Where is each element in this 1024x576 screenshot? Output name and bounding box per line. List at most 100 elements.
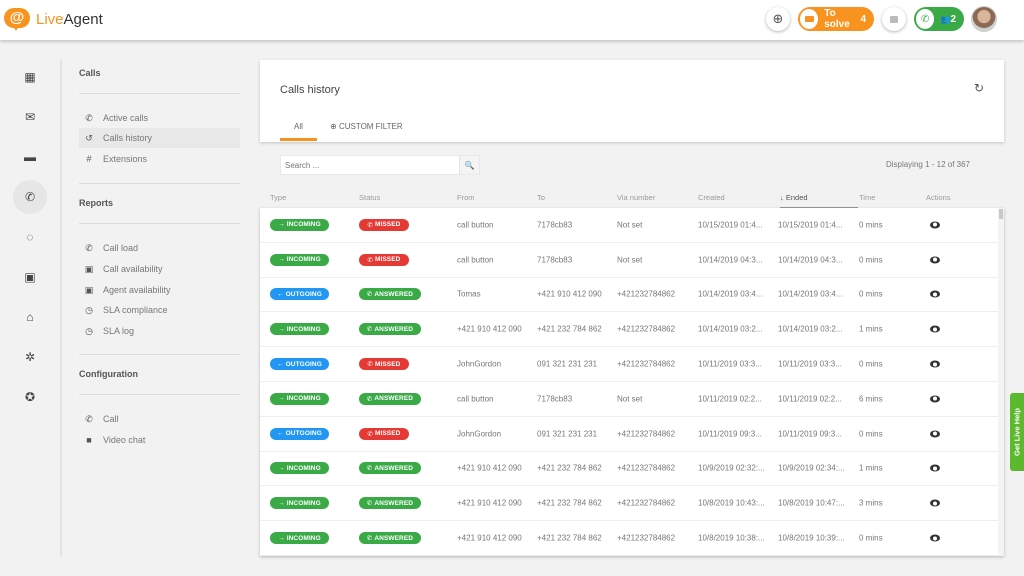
column-via-number[interactable]: Via number bbox=[617, 193, 655, 202]
column-from[interactable]: From bbox=[457, 193, 475, 202]
arrow-right-icon: → bbox=[278, 499, 287, 507]
to-cell: 091 321 231 231 bbox=[537, 359, 598, 369]
nav-extensions[interactable]: # Extensions bbox=[79, 149, 240, 169]
scrollbar-thumb[interactable] bbox=[999, 209, 1003, 219]
column-created[interactable]: Created bbox=[698, 193, 725, 202]
created-cell: 10/11/2019 09:3... bbox=[698, 429, 762, 439]
nav-calls-history[interactable]: ↺ Calls history bbox=[79, 128, 240, 148]
calendar-check-icon: ▣ bbox=[84, 284, 94, 295]
table-row[interactable]: ← OUTGOING ✆ MISSED JohnGordon 091 321 231 … bbox=[260, 347, 998, 382]
phone-icon: ✆ bbox=[916, 9, 935, 29]
rail-reports[interactable]: ◌ bbox=[13, 220, 47, 254]
rail-dashboard[interactable]: ▦ bbox=[13, 60, 47, 94]
column-ended[interactable]: ↓ Ended bbox=[780, 193, 808, 202]
tab-custom-filter[interactable]: ⊕ CUSTOM FILTER bbox=[330, 122, 403, 131]
rail-plugins[interactable]: ✪ bbox=[13, 380, 47, 414]
view-eye-icon[interactable] bbox=[930, 430, 940, 438]
nav-call-availability[interactable]: ▣ Call availability bbox=[79, 259, 240, 279]
user-avatar[interactable] bbox=[972, 7, 996, 31]
status-badge: ✆ ANSWERED bbox=[359, 462, 421, 475]
time-cell: 0 mins bbox=[859, 429, 883, 439]
top-bar: @ LiveAgent ⊕ To solve 4 ✆ 👥 2 bbox=[0, 0, 1024, 40]
type-badge: → INCOMING bbox=[270, 392, 329, 405]
table-row[interactable]: → INCOMING ✆ ANSWERED +421 910 412 090 +421… bbox=[260, 312, 998, 348]
column-type[interactable]: Type bbox=[270, 193, 286, 202]
refresh-button[interactable]: ↻ bbox=[974, 81, 984, 95]
type-badge: → INCOMING bbox=[270, 218, 329, 231]
time-cell: 0 mins bbox=[859, 289, 883, 299]
table-row[interactable]: → INCOMING ✆ ANSWERED +421 910 412 090 +421… bbox=[260, 521, 998, 556]
chat-button[interactable] bbox=[882, 7, 906, 31]
from-cell: call button bbox=[457, 394, 494, 404]
ended-cell: 10/14/2019 03:2... bbox=[778, 324, 843, 334]
view-eye-icon[interactable] bbox=[930, 290, 940, 298]
view-eye-icon[interactable] bbox=[930, 360, 940, 368]
search-input[interactable] bbox=[281, 156, 459, 174]
gear-icon: ✲ bbox=[24, 350, 36, 364]
column-to[interactable]: To bbox=[537, 193, 545, 202]
to-solve-button[interactable]: To solve 4 bbox=[798, 7, 874, 31]
phone-icon: ✆ bbox=[366, 395, 375, 403]
liveagent-logo[interactable]: @ LiveAgent bbox=[4, 8, 103, 31]
ended-cell: 10/8/2019 10:47:... bbox=[778, 498, 845, 508]
rail-tickets[interactable]: ✉ bbox=[13, 100, 47, 134]
via-number-cell: +421232784862 bbox=[617, 429, 676, 439]
search-button[interactable]: 🔍 bbox=[459, 156, 479, 174]
phone-icon: ✆ bbox=[366, 500, 375, 508]
nav-call-config[interactable]: ✆ Call bbox=[79, 409, 240, 429]
nav-sla-log[interactable]: ◷ SLA log bbox=[79, 321, 240, 341]
from-cell: Tomas bbox=[457, 289, 481, 299]
view-eye-icon[interactable] bbox=[930, 534, 940, 542]
search-box: 🔍 bbox=[280, 155, 480, 175]
view-eye-icon[interactable] bbox=[930, 256, 940, 264]
rail-knowledgebase[interactable]: ⌂ bbox=[13, 300, 47, 334]
table-row[interactable]: → INCOMING ✆ MISSED call button 7178cb83 Not… bbox=[260, 243, 998, 278]
video-icon: ■ bbox=[86, 435, 92, 445]
rail-calls[interactable]: ✆ bbox=[13, 180, 47, 214]
table-row[interactable]: ← OUTGOING ✆ MISSED JohnGordon 091 321 231 … bbox=[260, 417, 998, 452]
table-row[interactable]: → INCOMING ✆ MISSED call button 7178cb83 Not… bbox=[260, 208, 998, 243]
calls-status-button[interactable]: ✆ 👥 2 bbox=[914, 7, 964, 31]
active-tab-indicator bbox=[280, 138, 317, 141]
view-eye-icon[interactable] bbox=[930, 221, 940, 229]
table-row[interactable]: → INCOMING ✆ ANSWERED +421 910 412 090 +421… bbox=[260, 486, 998, 522]
phone-icon: ✆ bbox=[85, 112, 93, 123]
nav-active-calls[interactable]: ✆ Active calls bbox=[79, 108, 240, 128]
table-header: Type Status From To Via number Created ↓… bbox=[260, 190, 1000, 209]
table-row[interactable]: → INCOMING ✆ ANSWERED call button 7178cb83 N… bbox=[260, 382, 998, 417]
calendar-check-icon: ▣ bbox=[84, 263, 94, 274]
phone-icon: ✆ bbox=[366, 535, 375, 543]
to-cell: 7178cb83 bbox=[537, 394, 573, 404]
nav-call-load[interactable]: ✆ Call load bbox=[79, 238, 240, 258]
rail-configuration[interactable]: ✲ bbox=[13, 340, 47, 374]
phone-icon: ✆ bbox=[366, 326, 375, 334]
rail-chats[interactable]: ▬ bbox=[13, 140, 47, 174]
column-status[interactable]: Status bbox=[359, 193, 380, 202]
view-eye-icon[interactable] bbox=[930, 395, 940, 403]
column-time[interactable]: Time bbox=[859, 193, 875, 202]
view-eye-icon[interactable] bbox=[930, 325, 940, 333]
view-eye-icon[interactable] bbox=[930, 464, 940, 472]
add-button[interactable]: ⊕ bbox=[766, 7, 790, 31]
rail-contacts[interactable]: ▣ bbox=[13, 260, 47, 294]
dashboard-icon: ▦ bbox=[24, 70, 36, 84]
table-row[interactable]: → INCOMING ✆ ANSWERED +421 910 412 090 +421… bbox=[260, 452, 998, 487]
to-cell: +421 232 784 862 bbox=[537, 533, 602, 543]
get-live-help-button[interactable]: Get Live Help bbox=[1010, 393, 1024, 471]
nav-sla-compliance[interactable]: ◷ SLA compliance bbox=[79, 300, 240, 320]
via-number-cell: +421232784862 bbox=[617, 463, 676, 473]
table-row[interactable]: ← OUTGOING ✆ ANSWERED Tomas +421 910 412 09… bbox=[260, 278, 998, 313]
type-badge: ← OUTGOING bbox=[270, 288, 329, 301]
to-cell: +421 232 784 862 bbox=[537, 324, 602, 334]
arrow-right-icon: → bbox=[278, 534, 287, 542]
tab-all[interactable]: All bbox=[280, 122, 317, 131]
nav-agent-availability[interactable]: ▣ Agent availability bbox=[79, 280, 240, 300]
nav-video-chat[interactable]: ■ Video chat bbox=[79, 430, 240, 450]
table-scrollbar[interactable] bbox=[998, 208, 1004, 556]
via-number-cell: Not set bbox=[617, 220, 643, 230]
history-icon: ↺ bbox=[85, 132, 93, 143]
type-badge: ← OUTGOING bbox=[270, 427, 329, 440]
to-solve-label: To solve bbox=[824, 8, 850, 30]
refresh-icon: ↻ bbox=[973, 81, 984, 95]
view-eye-icon[interactable] bbox=[930, 499, 940, 507]
